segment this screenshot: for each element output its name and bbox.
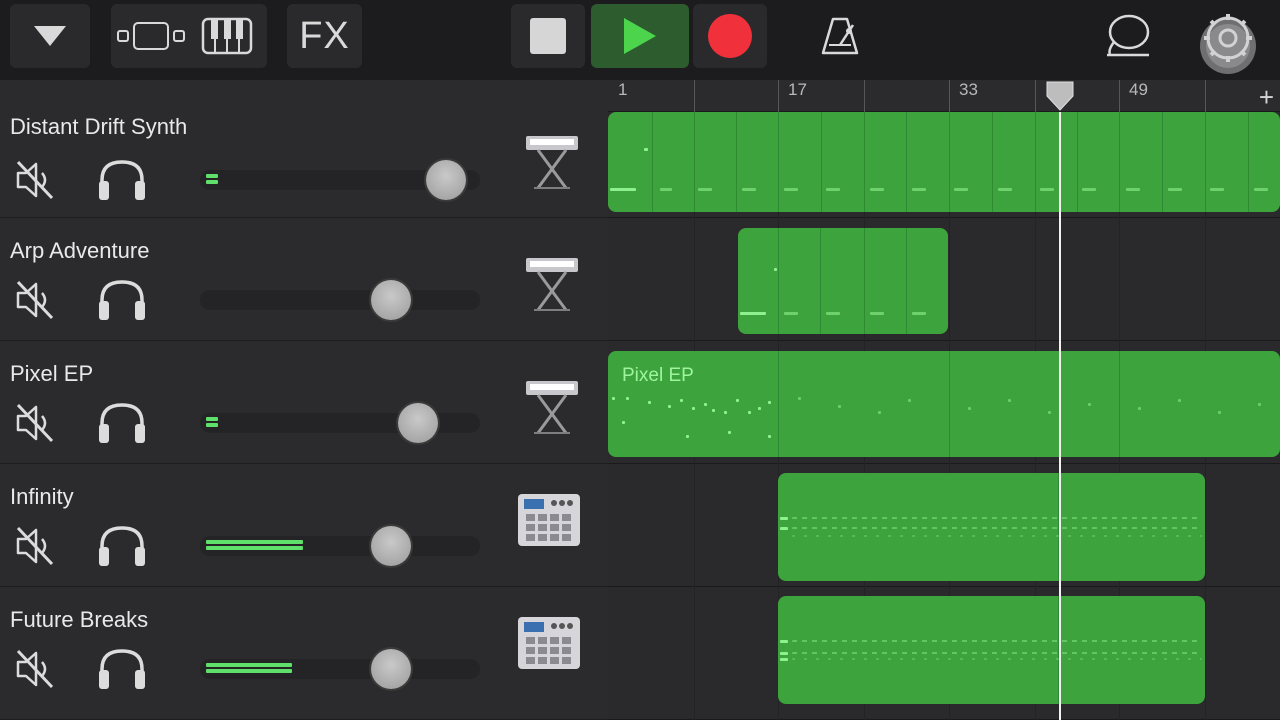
keyboard-button[interactable] [189, 4, 265, 68]
region-name: Pixel EP [622, 365, 694, 386]
track-header[interactable]: Distant Drift Synth [0, 80, 608, 218]
settings-button[interactable] [1190, 2, 1266, 78]
volume-slider[interactable] [200, 536, 480, 556]
volume-slider[interactable] [200, 413, 480, 433]
metronome-icon [821, 17, 859, 55]
track-name: Pixel EP [10, 361, 94, 386]
track-header[interactable]: Future Breaks [0, 587, 608, 720]
mute-speaker-icon[interactable] [12, 647, 56, 691]
headphones-icon[interactable] [96, 522, 148, 568]
loop-browser-button[interactable] [1094, 4, 1162, 68]
keyboard-stand-icon [526, 136, 578, 189]
fx-icon: FX [299, 14, 350, 57]
stop-button[interactable] [511, 4, 585, 68]
playhead-line[interactable] [1059, 112, 1061, 720]
volume-knob[interactable] [371, 649, 411, 689]
volume-slider[interactable] [200, 290, 480, 310]
ruler-label: 33 [959, 80, 978, 99]
drum-machine-icon [518, 617, 580, 669]
drum-region[interactable] [778, 596, 1205, 704]
midi-region[interactable] [738, 228, 948, 334]
keyboard-stand-icon [526, 258, 578, 311]
volume-knob[interactable] [371, 526, 411, 566]
midi-region-pixel-ep[interactable]: Pixel EP [608, 351, 1280, 457]
mute-speaker-icon[interactable] [12, 401, 56, 445]
toolbar: FX [0, 0, 1280, 80]
stop-icon [530, 18, 566, 54]
track-header[interactable]: Infinity [0, 464, 608, 587]
mute-speaker-icon[interactable] [12, 158, 56, 202]
play-icon [624, 18, 656, 54]
timeline[interactable]: 1 17 33 49 + Pixel EP [608, 80, 1280, 720]
bar-ruler[interactable]: 1 17 33 49 + [608, 80, 1280, 112]
track-header[interactable]: Arp Adventure [0, 218, 608, 341]
headphones-icon[interactable] [96, 399, 148, 445]
track-name: Future Breaks [10, 607, 149, 632]
headphones-icon[interactable] [96, 645, 148, 691]
tracks-view-icon [117, 22, 185, 50]
drum-machine-icon [518, 494, 580, 546]
volume-knob[interactable] [426, 160, 466, 200]
add-section-icon[interactable]: + [1259, 82, 1274, 113]
track-name: Arp Adventure [10, 238, 150, 263]
record-icon [708, 14, 752, 58]
dropdown-button[interactable] [10, 4, 90, 68]
tracks-view-button[interactable] [113, 4, 189, 68]
headphones-icon[interactable] [96, 156, 148, 202]
volume-knob[interactable] [398, 403, 438, 443]
volume-slider[interactable] [200, 659, 480, 679]
volume-knob[interactable] [371, 280, 411, 320]
midi-region[interactable] [608, 112, 1280, 212]
drum-region[interactable] [778, 473, 1205, 581]
view-toggle-group [111, 4, 267, 68]
keyboard-stand-icon [526, 381, 578, 434]
ruler-label: 49 [1129, 80, 1148, 99]
keyboard-icon [201, 17, 253, 55]
loop-browser-icon [1107, 14, 1150, 57]
play-button[interactable] [591, 4, 689, 68]
track-name: Infinity [10, 484, 74, 509]
fx-button[interactable]: FX [287, 4, 362, 68]
mute-speaker-icon[interactable] [12, 524, 56, 568]
metronome-button[interactable] [806, 4, 874, 68]
settings-gear-icon [1200, 14, 1256, 74]
playhead-handle-icon[interactable] [1045, 80, 1075, 112]
headphones-icon[interactable] [96, 276, 148, 322]
track-name: Distant Drift Synth [10, 114, 188, 139]
ruler-label: 1 [618, 80, 628, 99]
track-header[interactable]: Pixel EP [0, 341, 608, 464]
track-header-list: Distant Drift Synth Arp Adventure Pixel … [0, 80, 608, 720]
dropdown-triangle-icon [34, 26, 66, 46]
record-button[interactable] [693, 4, 767, 68]
mute-speaker-icon[interactable] [12, 278, 56, 322]
ruler-label: 17 [788, 80, 807, 99]
